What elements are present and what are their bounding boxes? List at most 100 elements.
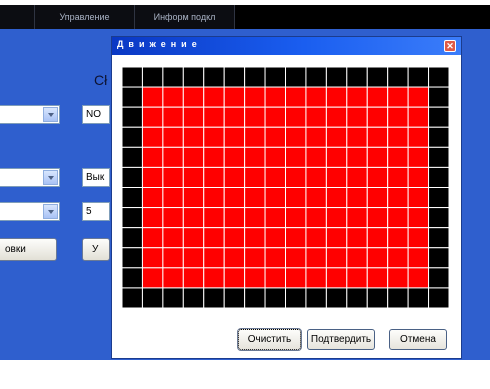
grid-cell[interactable]	[203, 146, 225, 168]
grid-cell[interactable]	[325, 86, 348, 108]
grid-cell[interactable]	[264, 187, 286, 209]
grid-cell[interactable]	[346, 146, 368, 168]
grid-cell[interactable]	[428, 86, 449, 108]
grid-cell[interactable]	[162, 126, 184, 148]
grid-cell[interactable]	[244, 187, 266, 209]
grid-cell[interactable]	[366, 106, 389, 128]
grid-cell[interactable]	[162, 287, 184, 308]
grid-cell[interactable]	[305, 227, 327, 249]
grid-cell[interactable]	[223, 267, 246, 289]
grid-cell[interactable]	[305, 166, 327, 188]
grid-cell[interactable]	[223, 166, 246, 188]
grid-cell[interactable]	[264, 166, 286, 188]
grid-cell[interactable]	[141, 187, 164, 209]
grid-cell[interactable]	[387, 207, 409, 229]
grid-cell[interactable]	[387, 227, 409, 249]
grid-cell[interactable]	[203, 247, 225, 269]
grid-cell[interactable]	[122, 166, 143, 188]
grid-cell[interactable]	[264, 287, 286, 308]
grid-cell[interactable]	[428, 187, 449, 209]
grid-cell[interactable]	[141, 67, 164, 88]
grid-cell[interactable]	[182, 106, 205, 128]
grid-cell[interactable]	[346, 86, 368, 108]
grid-cell[interactable]	[285, 126, 307, 148]
grid-cell[interactable]	[182, 267, 205, 289]
grid-cell[interactable]	[203, 126, 225, 148]
grid-cell[interactable]	[203, 106, 225, 128]
grid-cell[interactable]	[428, 287, 449, 308]
cancel-button[interactable]: Отмена	[389, 329, 447, 350]
grid-cell[interactable]	[407, 146, 430, 168]
grid-cell[interactable]	[325, 227, 348, 249]
chevron-down-icon[interactable]	[43, 170, 58, 185]
grid-cell[interactable]	[122, 227, 143, 249]
grid-cell[interactable]	[346, 106, 368, 128]
secondary-button[interactable]: У	[82, 238, 110, 261]
grid-cell[interactable]	[428, 267, 449, 289]
grid-cell[interactable]	[122, 287, 143, 308]
grid-cell[interactable]	[141, 227, 164, 249]
field-3[interactable]: 5	[82, 202, 110, 221]
grid-cell[interactable]	[346, 187, 368, 209]
settings-button[interactable]: овки	[0, 238, 57, 261]
motion-grid-svg[interactable]	[122, 67, 449, 308]
grid-cell[interactable]	[428, 247, 449, 269]
grid-cell[interactable]	[182, 86, 205, 108]
grid-cell[interactable]	[122, 207, 143, 229]
grid-cell[interactable]	[346, 267, 368, 289]
grid-cell[interactable]	[244, 86, 266, 108]
grid-cell[interactable]	[407, 247, 430, 269]
grid-cell[interactable]	[244, 207, 266, 229]
grid-cell[interactable]	[407, 287, 430, 308]
grid-cell[interactable]	[223, 146, 246, 168]
field-1[interactable]: NO	[82, 105, 110, 124]
grid-cell[interactable]	[366, 126, 389, 148]
field-2[interactable]: Вык	[82, 168, 110, 187]
grid-cell[interactable]	[285, 247, 307, 269]
grid-cell[interactable]	[325, 247, 348, 269]
grid-cell[interactable]	[366, 67, 389, 88]
grid-cell[interactable]	[428, 126, 449, 148]
grid-cell[interactable]	[407, 126, 430, 148]
grid-cell[interactable]	[203, 67, 225, 88]
grid-cell[interactable]	[428, 146, 449, 168]
grid-cell[interactable]	[203, 287, 225, 308]
grid-cell[interactable]	[305, 106, 327, 128]
grid-cell[interactable]	[387, 126, 409, 148]
grid-cell[interactable]	[305, 86, 327, 108]
grid-cell[interactable]	[244, 166, 266, 188]
dropdown-3[interactable]	[0, 202, 60, 221]
dropdown-1[interactable]	[0, 105, 60, 124]
grid-cell[interactable]	[203, 166, 225, 188]
grid-cell[interactable]	[325, 126, 348, 148]
grid-cell[interactable]	[285, 67, 307, 88]
grid-cell[interactable]	[162, 146, 184, 168]
grid-cell[interactable]	[285, 267, 307, 289]
grid-cell[interactable]	[141, 126, 164, 148]
grid-cell[interactable]	[162, 86, 184, 108]
grid-cell[interactable]	[141, 166, 164, 188]
grid-cell[interactable]	[325, 146, 348, 168]
confirm-button[interactable]: Подтвердить	[307, 329, 375, 350]
grid-cell[interactable]	[122, 126, 143, 148]
grid-cell[interactable]	[387, 287, 409, 308]
grid-cell[interactable]	[285, 146, 307, 168]
grid-cell[interactable]	[305, 146, 327, 168]
grid-cell[interactable]	[122, 187, 143, 209]
grid-cell[interactable]	[162, 166, 184, 188]
tab-management[interactable]: Управление	[35, 5, 135, 29]
grid-cell[interactable]	[407, 67, 430, 88]
grid-cell[interactable]	[387, 86, 409, 108]
grid-cell[interactable]	[305, 207, 327, 229]
grid-cell[interactable]	[428, 227, 449, 249]
grid-cell[interactable]	[366, 267, 389, 289]
grid-cell[interactable]	[182, 187, 205, 209]
grid-cell[interactable]	[141, 146, 164, 168]
grid-cell[interactable]	[264, 247, 286, 269]
grid-cell[interactable]	[305, 126, 327, 148]
grid-cell[interactable]	[407, 166, 430, 188]
grid-cell[interactable]	[244, 126, 266, 148]
grid-cell[interactable]	[122, 267, 143, 289]
grid-cell[interactable]	[122, 86, 143, 108]
grid-cell[interactable]	[203, 207, 225, 229]
